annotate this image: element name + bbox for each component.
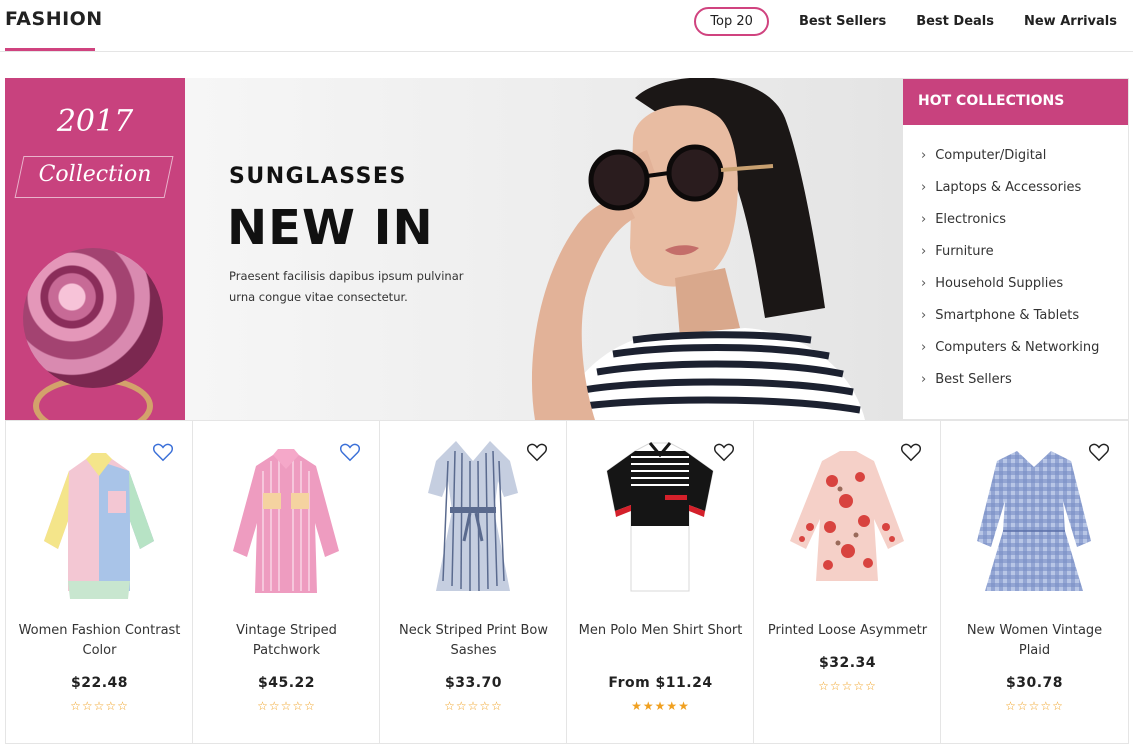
chevron-right-icon: ›: [921, 275, 927, 291]
promo-year: 2017: [56, 104, 134, 139]
product-price: From $11.24: [608, 675, 713, 691]
rating-stars: ☆☆☆☆☆: [444, 699, 503, 713]
product-card[interactable]: New Women Vintage Plaid $30.78 ☆☆☆☆☆: [941, 421, 1128, 743]
collection-link[interactable]: › Electronics: [903, 203, 1128, 235]
product-card[interactable]: Printed Loose Asymmetr $32.34 ☆☆☆☆☆: [754, 421, 941, 743]
product-name[interactable]: Printed Loose Asymmetr: [764, 621, 931, 641]
tab-bar: Top 20 Best Sellers Best Deals New Arriv…: [694, 6, 1117, 36]
product-name[interactable]: Men Polo Men Shirt Short: [577, 621, 744, 641]
tab-best-deals[interactable]: Best Deals: [916, 14, 994, 29]
product-name[interactable]: Vintage Striped Patchwork: [203, 621, 370, 661]
product-image[interactable]: [959, 431, 1109, 611]
product-name[interactable]: Women Fashion Contrast Color: [16, 621, 183, 661]
heart-icon[interactable]: [900, 441, 922, 463]
hero-description: Praesent facilisis dapibus ipsum pulvina…: [229, 269, 464, 304]
heart-icon[interactable]: [713, 441, 735, 463]
collection-link[interactable]: › Computer/Digital: [903, 139, 1128, 171]
product-name[interactable]: New Women Vintage Plaid: [951, 621, 1118, 661]
heart-icon[interactable]: [152, 441, 174, 463]
hot-collections-list: › Computer/Digital › Laptops & Accessories…: [903, 125, 1128, 395]
promo-collection-label: Collection: [38, 162, 152, 187]
rating-stars: ☆☆☆☆☆: [818, 679, 877, 693]
promo-banner[interactable]: 2017 Collection SUNGLASSES NEW IN Praese…: [5, 78, 903, 420]
product-name[interactable]: Neck Striped Print Bow Sashes: [390, 621, 557, 661]
hot-collections-title: HOT COLLECTIONS: [903, 79, 1128, 125]
collection-label: Best Sellers: [935, 371, 1012, 387]
rating-stars: ★★★★★: [631, 699, 690, 713]
collection-promo-panel[interactable]: 2017 Collection: [5, 78, 185, 420]
heart-icon[interactable]: [339, 441, 361, 463]
rating-stars: ☆☆☆☆☆: [1005, 699, 1064, 713]
product-price: $33.70: [444, 675, 503, 691]
collection-label: Smartphone & Tablets: [935, 307, 1080, 323]
product-price: $32.34: [818, 655, 877, 671]
product-card[interactable]: Vintage Striped Patchwork $45.22 ☆☆☆☆☆: [193, 421, 380, 743]
hero-title: NEW IN: [227, 200, 434, 256]
heart-icon[interactable]: [526, 441, 548, 463]
rating-stars: ☆☆☆☆☆: [257, 699, 316, 713]
collection-label: Computers & Networking: [935, 339, 1100, 355]
collection-label: Computer/Digital: [935, 147, 1047, 163]
model-sunglasses-image: [531, 78, 865, 420]
chevron-right-icon: ›: [921, 371, 927, 387]
hot-collections-panel: HOT COLLECTIONS › Computer/Digital › Lapto…: [903, 78, 1129, 420]
rating-stars: ☆☆☆☆☆: [70, 699, 129, 713]
chevron-right-icon: ›: [921, 211, 927, 227]
collection-link[interactable]: › Laptops & Accessories: [903, 171, 1128, 203]
collection-link[interactable]: › Furniture: [903, 235, 1128, 267]
product-card[interactable]: Men Polo Men Shirt Short From $11.24 ★★★…: [567, 421, 754, 743]
collection-link[interactable]: › Computers & Networking: [903, 331, 1128, 363]
tab-top-20[interactable]: Top 20: [694, 6, 769, 36]
product-price: $30.78: [1005, 675, 1064, 691]
chevron-right-icon: ›: [921, 243, 927, 259]
section-title-underline: [5, 48, 95, 51]
product-grid: Women Fashion Contrast Color $22.48 ☆☆☆☆…: [5, 420, 1129, 744]
collection-label: Laptops & Accessories: [935, 179, 1082, 195]
tab-best-sellers[interactable]: Best Sellers: [799, 14, 886, 29]
collection-label: Electronics: [935, 211, 1007, 227]
collection-label: Furniture: [935, 243, 994, 259]
chevron-right-icon: ›: [921, 307, 927, 323]
heart-icon[interactable]: [1088, 441, 1110, 463]
hero-panel[interactable]: SUNGLASSES NEW IN Praesent facilisis dap…: [185, 78, 903, 420]
chevron-right-icon: ›: [921, 147, 927, 163]
collection-link[interactable]: › Household Supplies: [903, 267, 1128, 299]
chevron-right-icon: ›: [921, 339, 927, 355]
collection-label: Household Supplies: [935, 275, 1064, 291]
product-card[interactable]: Neck Striped Print Bow Sashes $33.70 ☆☆☆…: [380, 421, 567, 743]
product-price: $22.48: [70, 675, 129, 691]
section-title: FASHION: [5, 8, 103, 30]
hero-subtitle: SUNGLASSES: [229, 164, 407, 189]
product-price: $45.22: [257, 675, 316, 691]
collection-link[interactable]: › Best Sellers: [903, 363, 1128, 395]
collection-link[interactable]: › Smartphone & Tablets: [903, 299, 1128, 331]
tab-new-arrivals[interactable]: New Arrivals: [1024, 14, 1117, 29]
section-header: FASHION Top 20 Best Sellers Best Deals N…: [0, 0, 1133, 52]
ring-image: [23, 248, 163, 388]
product-card[interactable]: Women Fashion Contrast Color $22.48 ☆☆☆☆…: [6, 421, 193, 743]
chevron-right-icon: ›: [921, 179, 927, 195]
